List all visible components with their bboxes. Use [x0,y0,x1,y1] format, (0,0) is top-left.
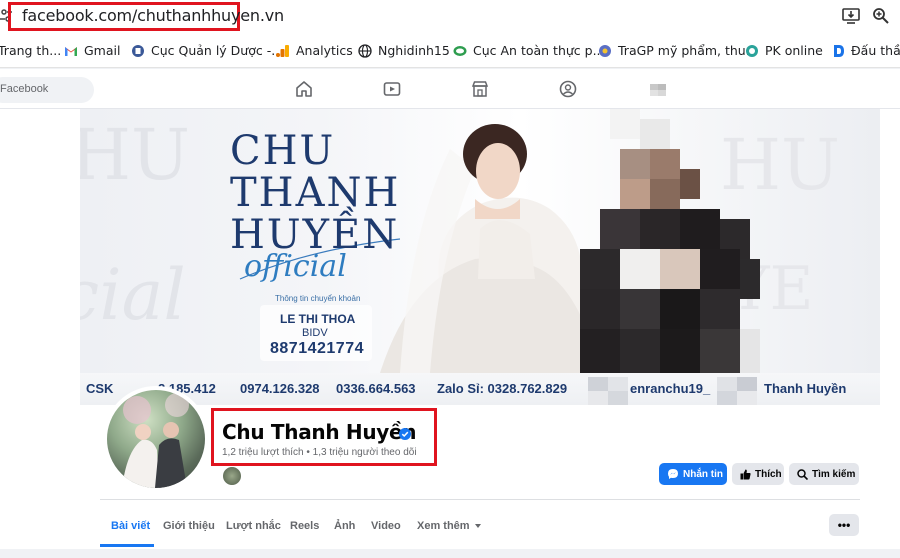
contact-text: Thanh Huyền [764,381,847,396]
bookmark-item[interactable]: Analytics [276,43,353,58]
page-bottom-strip [0,549,900,558]
cover-bank-name: BIDV [302,327,328,339]
bookmark-label: Nghidinh15 [378,43,450,58]
bookmark-item[interactable]: PK online [745,43,823,58]
site-icon [834,44,844,57]
messenger-icon [668,469,678,479]
tab-label: Reels [290,520,320,532]
analytics-icon [276,44,289,57]
tab-label: Bài viết [111,520,151,532]
url-field[interactable]: facebook.com/chuthanhhuyen.vn [22,6,284,25]
like-button[interactable]: Thích [732,463,784,485]
video-icon[interactable] [383,80,401,98]
bookmark-item[interactable]: Gmail [64,43,120,58]
site-icon [746,44,758,57]
bookmark-item[interactable]: Trang th... [0,43,61,58]
tab-more[interactable]: Xem thêm [417,520,482,532]
bookmark-label: Cục An toàn thực p... [473,43,605,58]
pixelated-region [717,377,757,405]
bookmark-item[interactable]: Đấu thầu [831,43,900,58]
bookmarks-bar: Trang th... Gmail Cục Quản lý Dược -... … [0,34,900,68]
contact-text: Zalo Sỉ: 0328.762.829 [437,381,568,396]
tab-label: Lượt nhắc [226,520,281,532]
search-placeholder: Facebook [0,83,49,95]
active-tab-indicator [100,544,154,547]
cover-illustration: HU cial HU YE [80,109,840,373]
facebook-page: HU cial HU YE [0,109,900,558]
bookmark-label: Cục Quản lý Dược -... [151,43,284,58]
bookmark-label: Đấu thầu [851,43,900,58]
search-button-label: Tìm kiếm [812,468,856,480]
avatar-photo [122,393,189,488]
marketplace-icon[interactable] [471,80,489,98]
blurred-icon [650,84,666,96]
cover-official-script: official [244,249,347,284]
facebook-top-nav: Facebook [0,69,900,109]
bookmark-label: PK online [765,43,823,58]
tab-photos[interactable]: Ảnh [334,520,355,532]
search-icon [797,468,808,480]
home-icon[interactable] [295,80,313,98]
page-stats[interactable]: 1,2 triệu lượt thích • 1,3 triệu người t… [222,447,417,458]
cover-bank-label: Thông tin chuyển khoản [275,294,361,303]
thumbs-up-icon [740,469,751,479]
tab-label: Video [371,520,401,532]
pixelated-region [588,377,628,405]
tab-videos[interactable]: Video [371,520,401,532]
cover-title-line: THANH [230,170,401,216]
verified-badge-icon [399,428,411,440]
install-app-icon[interactable] [842,7,860,25]
chevron-down-icon [474,524,481,528]
cover-photo[interactable]: HU cial HU YE [80,109,880,373]
bookmark-item[interactable]: TraGP mỹ phẩm, thu... [598,43,758,58]
site-icon [599,44,611,57]
tab-mentions[interactable]: Lượt nhắc [226,520,281,532]
page-title: Chu Thanh Huyền [222,420,417,444]
message-button-label: Nhắn tin [683,468,723,480]
tab-posts[interactable]: Bài viết [111,520,150,532]
bookmark-label: Gmail [84,43,121,58]
bookmark-label: Analytics [296,43,353,58]
site-icon [132,44,144,57]
cover-bank-account: 8871421774 [270,340,364,357]
gmail-icon [65,46,77,56]
tab-label: Ảnh [334,520,356,532]
bookmark-item[interactable]: Nghidinh15 [358,43,450,58]
follower-avatar[interactable] [222,466,242,486]
groups-icon[interactable] [559,80,577,98]
message-button[interactable]: Nhắn tin [659,463,727,485]
tab-reels[interactable]: Reels [290,520,319,532]
svg-text:HU: HU [80,114,190,196]
cover-title-line: CHU [230,128,336,174]
browser-address-bar: facebook.com/chuthanhhuyen.vn [0,0,900,34]
svg-text:cial: cial [80,254,186,336]
tab-label: Xem thêm [417,520,470,532]
site-icon [453,45,467,56]
cover-bank-holder: LE THI THOA [280,312,356,326]
contact-text: 0336.664.563 [336,381,416,396]
globe-icon [358,43,372,58]
avatar[interactable] [103,386,209,492]
bookmark-item[interactable]: Cục Quản lý Dược -... [131,43,283,58]
zoom-icon[interactable] [872,7,890,25]
like-button-label: Thích [755,468,782,480]
contact-text: 0974.126.328 [240,381,320,396]
more-options-button[interactable]: ••• [829,514,859,536]
facebook-search-input[interactable]: Facebook [0,77,94,103]
search-page-button[interactable]: Tìm kiếm [789,463,859,485]
tabs-divider [100,499,860,500]
bookmark-label: TraGP mỹ phẩm, thu... [618,43,758,58]
more-options-icon: ••• [837,518,851,532]
bookmark-label: Trang th... [0,43,62,58]
tab-about[interactable]: Giới thiệu [163,520,215,532]
contact-text: enranchu19_ [630,381,711,396]
svg-text:HU: HU [720,124,840,206]
contact-text: CSK [86,381,114,396]
tab-label: Giới thiệu [163,520,215,532]
bookmark-item[interactable]: Cục An toàn thực p... [453,43,605,58]
